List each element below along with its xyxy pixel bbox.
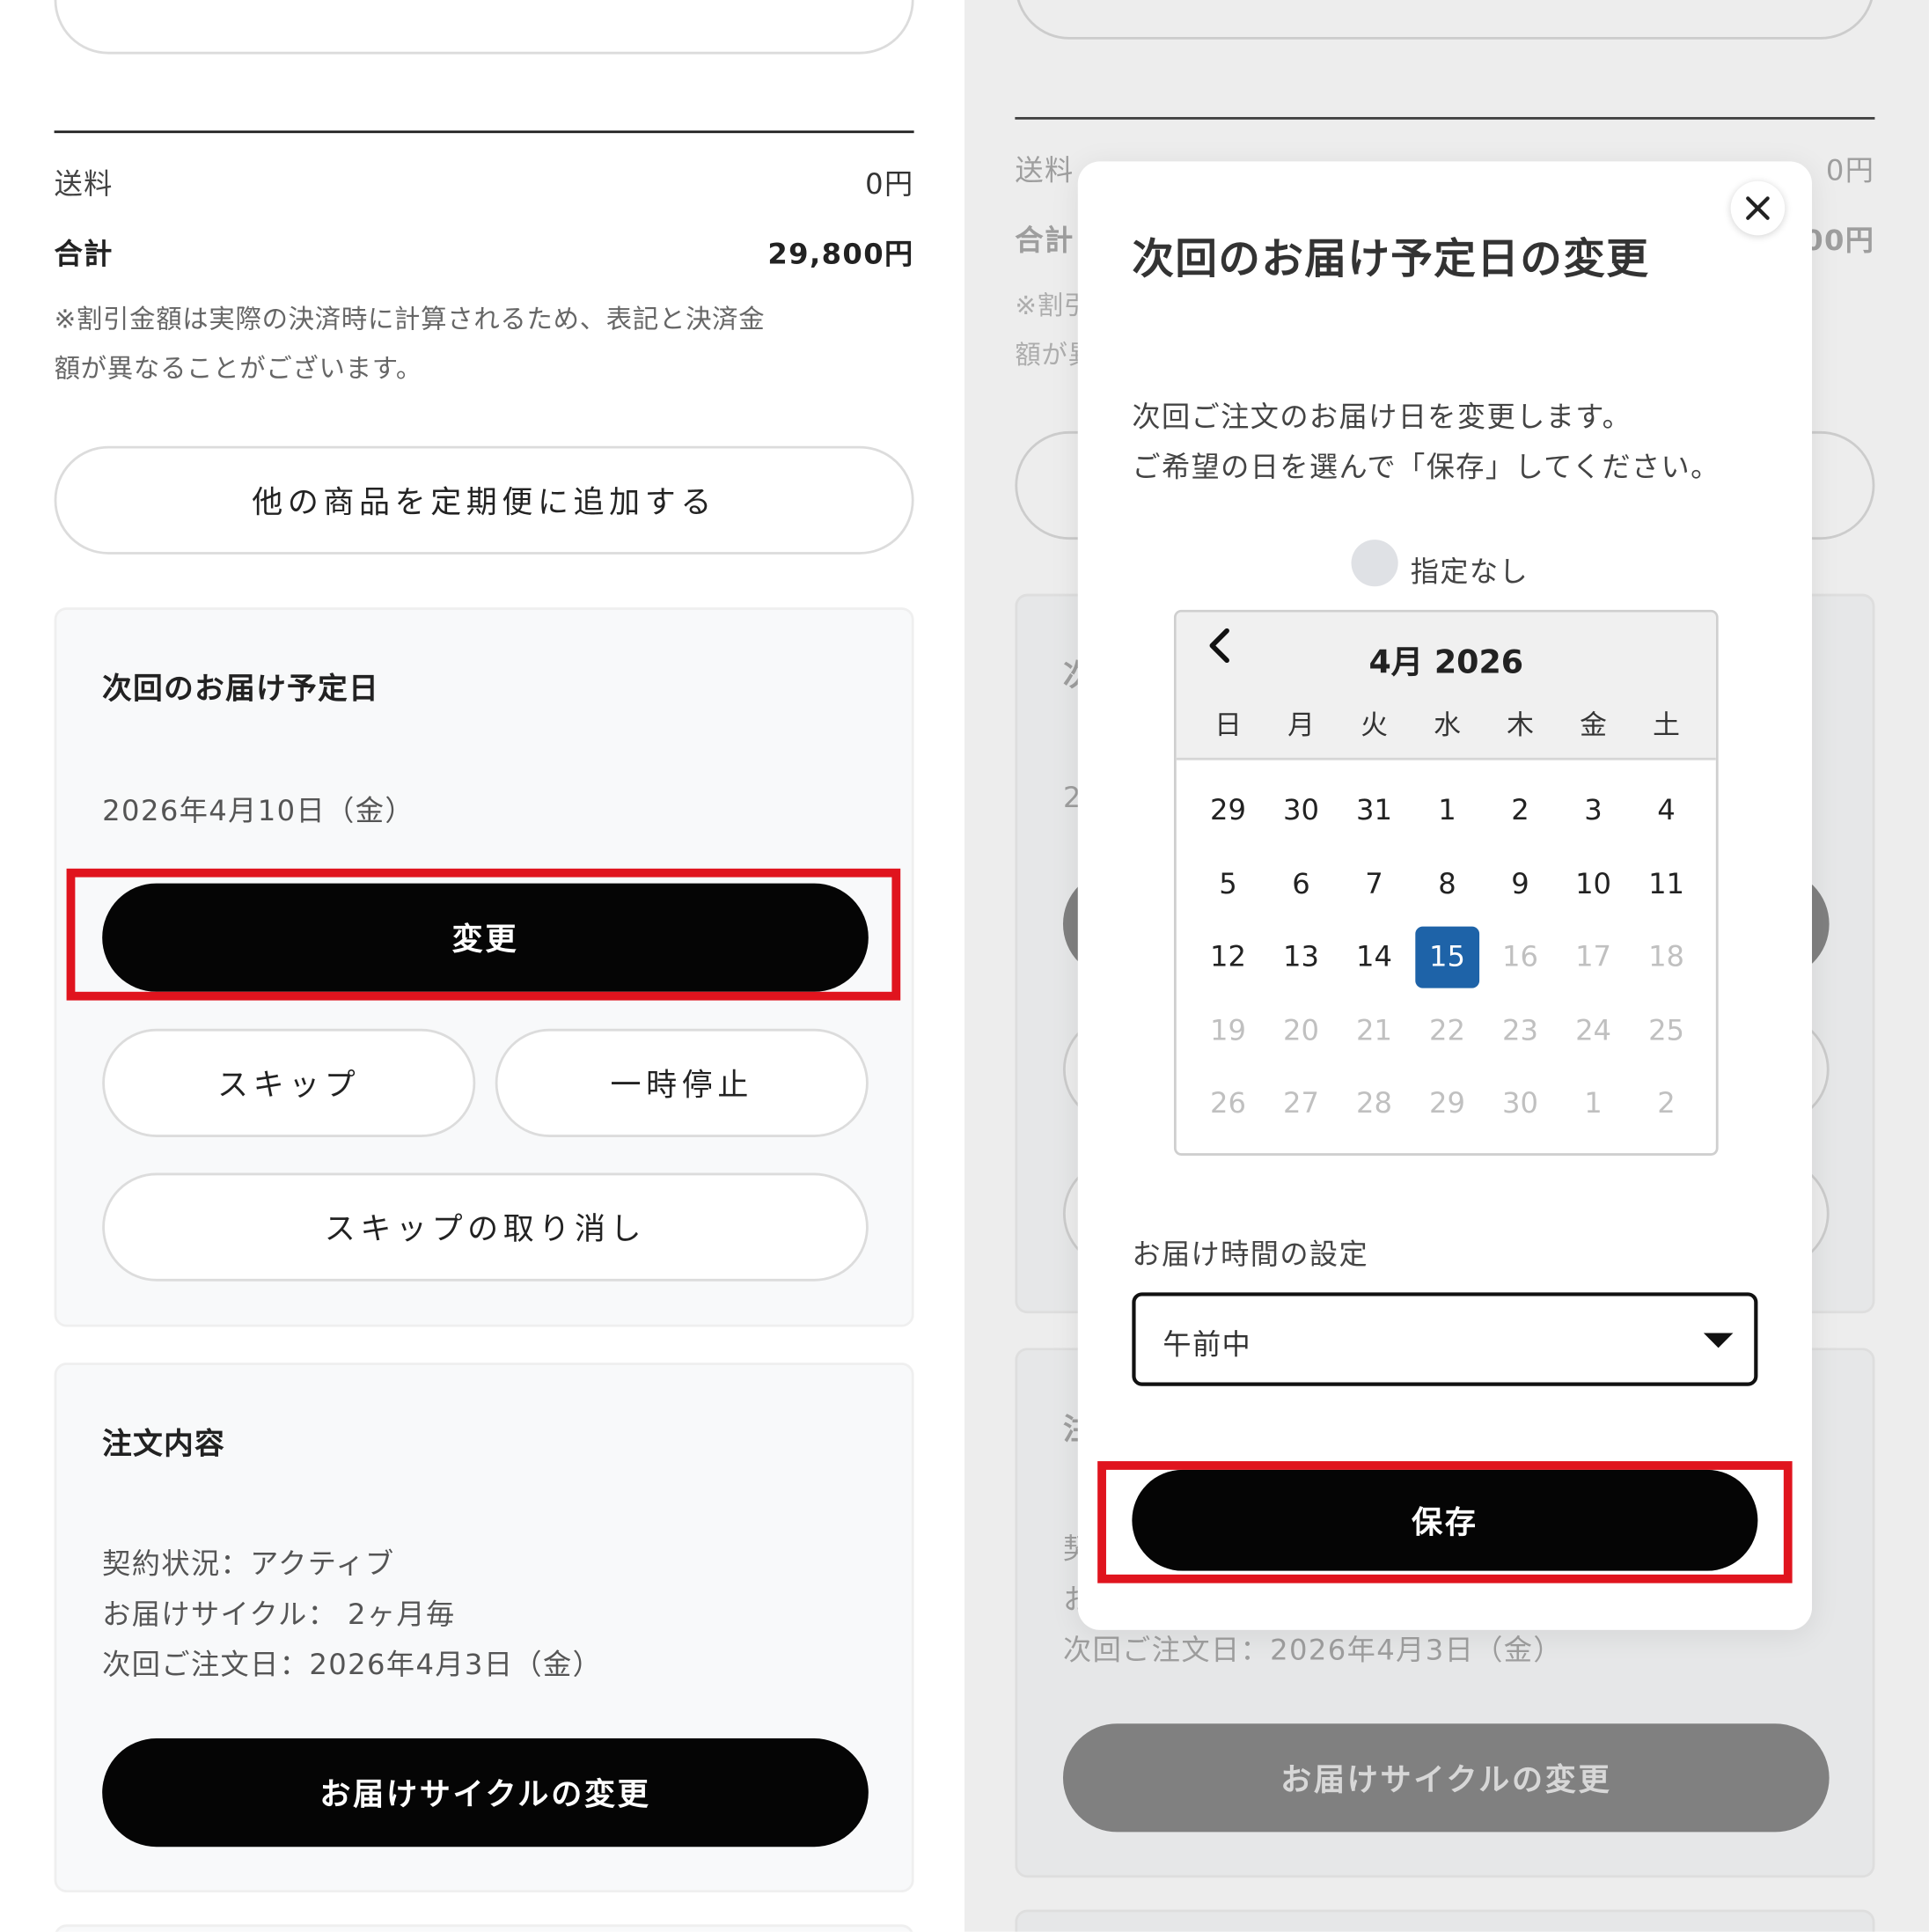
calendar-day[interactable]: 6	[1269, 853, 1333, 915]
calendar: 4月 2026 日月火水木金土 29 30 31 1 2 3 4 5 6 7 8 9 10 11 12 13 1…	[1173, 609, 1719, 1156]
weekday-label: 火	[1361, 710, 1388, 742]
calendar-day[interactable]: 13	[1269, 927, 1333, 988]
cancel-skip-button[interactable]: スキップの取り消し	[102, 1172, 869, 1282]
weekday-label: 金	[1580, 710, 1607, 742]
modal-desc-line2: ご希望の日を選んで「保存」してください。	[1132, 452, 1720, 485]
calendar-day: 28	[1356, 1087, 1393, 1120]
calendar-header: 4月 2026 日 月 火 水 木 金 土	[1176, 612, 1716, 760]
calendar-day: 29	[1429, 1087, 1466, 1120]
calendar-day[interactable]: 10	[1561, 853, 1625, 915]
calendar-day[interactable]: 2	[1488, 780, 1552, 841]
calendar-day[interactable]: 5	[1196, 853, 1260, 915]
calendar-day: 23	[1502, 1014, 1539, 1047]
save-button-highlight	[1097, 1461, 1793, 1583]
right-panel: 送料 0円 合計 29,800円 ※割引金額は実際の決済時に計算されるため、表記…	[964, 0, 1929, 1932]
calendar-day: 1	[1584, 1087, 1603, 1120]
weekday-label: 水	[1434, 710, 1461, 742]
calendar-day[interactable]: 31	[1342, 780, 1406, 841]
top-cut-button[interactable]	[54, 0, 914, 55]
order-card: 注文内容 契約状況：アクティブ お届けサイクル： 2ヶ月毎 次回ご注文日：202…	[54, 1363, 914, 1893]
change-cycle-button[interactable]: お届けサイクルの変更	[102, 1738, 869, 1848]
left-panel: 送料 0円 合計 29,800円 ※割引金額は実際の決済時に計算されるため、表記…	[0, 0, 964, 1932]
calendar-day: 24	[1575, 1014, 1612, 1047]
no-date-label: 指定なし	[1410, 556, 1529, 590]
calendar-day[interactable]: 12	[1196, 927, 1260, 988]
calendar-day: 16	[1502, 941, 1539, 973]
calendar-day: 27	[1283, 1087, 1320, 1120]
shipping-label: 送料	[54, 168, 114, 202]
calendar-day: 21	[1356, 1014, 1393, 1047]
weekday-label: 日	[1214, 710, 1242, 742]
close-icon	[1746, 196, 1770, 220]
calendar-day[interactable]: 7	[1342, 853, 1406, 915]
calendar-day: 22	[1429, 1014, 1466, 1047]
total-label: 合計	[54, 239, 114, 271]
order-cycle: お届けサイクル： 2ヶ月毎	[102, 1598, 456, 1632]
calendar-day-selected[interactable]: 15	[1415, 926, 1479, 988]
weekday-label: 土	[1653, 710, 1680, 742]
weekday-label: 木	[1507, 710, 1534, 742]
close-button[interactable]	[1730, 180, 1786, 236]
time-label: お届け時間の設定	[1132, 1239, 1369, 1272]
shipping-value: 0円	[865, 168, 914, 202]
calendar-day[interactable]: 11	[1634, 853, 1698, 915]
calendar-day: 2	[1657, 1087, 1676, 1120]
calendar-day: 26	[1210, 1087, 1247, 1120]
caret-down-icon	[1703, 1333, 1734, 1348]
no-date-radio[interactable]	[1351, 540, 1398, 587]
price-note-line1: ※割引金額は実際の決済時に計算されるため、表記と決済金	[54, 304, 766, 334]
calendar-day: 25	[1648, 1014, 1685, 1047]
order-title: 注文内容	[102, 1426, 226, 1462]
skip-button[interactable]: スキップ	[102, 1028, 476, 1137]
calendar-day[interactable]: 29	[1196, 780, 1260, 841]
calendar-day: 18	[1648, 941, 1685, 973]
total-value: 29,800円	[767, 239, 914, 271]
summary-divider	[54, 130, 914, 134]
calendar-day[interactable]: 4	[1634, 780, 1698, 841]
calendar-day[interactable]: 3	[1561, 780, 1625, 841]
calendar-day[interactable]: 8	[1415, 853, 1479, 915]
calendar-day: 30	[1502, 1087, 1539, 1120]
calendar-day: 20	[1283, 1014, 1320, 1047]
add-product-button[interactable]: 他の商品を定期便に追加する	[54, 445, 914, 555]
modal-title: 次回のお届け予定日の変更	[1132, 235, 1650, 285]
calendar-day[interactable]: 30	[1269, 780, 1333, 841]
pause-button[interactable]: 一時停止	[495, 1028, 869, 1137]
order-next-date: 次回ご注文日：2026年4月3日（金）	[102, 1649, 603, 1682]
calendar-day[interactable]: 9	[1488, 853, 1552, 915]
calendar-month-label: 4月 2026	[1368, 644, 1524, 682]
price-note-line2: 額が異なることがございます。	[54, 353, 422, 384]
change-button-highlight	[66, 868, 901, 1001]
calendar-day[interactable]: 14	[1342, 927, 1406, 988]
time-select-value: 午前中	[1163, 1329, 1252, 1362]
delivery-time-select[interactable]: 午前中	[1132, 1292, 1758, 1386]
calendar-day: 19	[1210, 1014, 1247, 1047]
calendar-day[interactable]: 1	[1415, 780, 1479, 841]
next-delivery-title: 次回のお届け予定日	[102, 671, 380, 707]
next-card-cut	[54, 1924, 914, 1932]
change-date-modal: 次回のお届け予定日の変更 次回ご注文のお届け日を変更します。 ご希望の日を選んで…	[1077, 161, 1813, 1630]
next-delivery-date: 2026年4月10日（金）	[102, 796, 414, 828]
calendar-day: 17	[1575, 941, 1612, 973]
modal-desc-line1: 次回ご注文のお届け日を変更します。	[1132, 401, 1632, 434]
weekday-label: 月	[1287, 710, 1315, 742]
order-status: 契約状況：アクティブ	[102, 1548, 395, 1581]
stage: 送料 0円 合計 29,800円 ※割引金額は実際の決済時に計算されるため、表記…	[0, 0, 1929, 1932]
